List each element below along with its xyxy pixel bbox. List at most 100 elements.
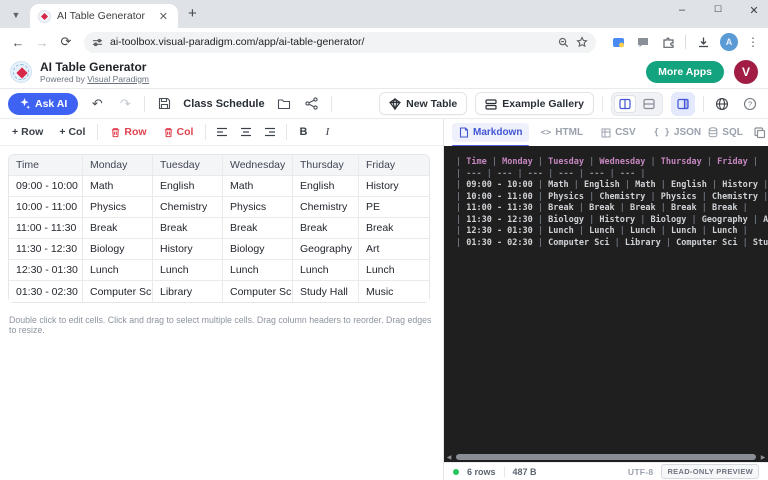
copy-icon[interactable] (754, 127, 766, 139)
table-cell[interactable]: History (153, 239, 223, 260)
reload-icon[interactable]: ⟳ (56, 32, 76, 52)
bookmark-star-icon[interactable] (576, 36, 588, 48)
extensions-puzzle-icon[interactable] (660, 34, 676, 50)
url-omnibox[interactable]: ai-toolbox.visual-paradigm.com/app/ai-ta… (84, 32, 596, 53)
table-cell[interactable]: 11:30 - 12:30 (9, 239, 83, 260)
table-cell[interactable]: Computer Sci (223, 281, 293, 302)
preview-tab-markdown[interactable]: Markdown (452, 123, 529, 142)
table-cell[interactable]: English (153, 176, 223, 197)
table-cell[interactable]: Break (223, 218, 293, 239)
table-cell[interactable]: English (293, 176, 359, 197)
table-cell[interactable]: 10:00 - 11:00 (9, 197, 83, 218)
drive-extension-icon[interactable] (610, 34, 626, 50)
table-cell[interactable]: 09:00 - 10:00 (9, 176, 83, 197)
table-cell[interactable]: Physics (223, 197, 293, 218)
table-cell[interactable]: Biology (223, 239, 293, 260)
forward-icon[interactable]: → (32, 32, 52, 52)
toggle-preview-panel-icon[interactable] (671, 92, 695, 116)
table-cell[interactable]: Math (223, 176, 293, 197)
table-cell[interactable]: Lunch (359, 260, 429, 281)
table-cell[interactable]: 12:30 - 01:30 (9, 260, 83, 281)
browser-profile-avatar[interactable]: A (720, 33, 738, 51)
table-cell[interactable]: 11:00 - 11:30 (9, 218, 83, 239)
back-icon[interactable]: ← (8, 32, 28, 52)
site-settings-icon[interactable] (92, 37, 103, 48)
table-cell[interactable]: Chemistry (293, 197, 359, 218)
table-cell[interactable]: Lunch (83, 260, 153, 281)
preview-tab-sql[interactable]: SQL (701, 123, 750, 142)
column-header[interactable]: Monday (83, 155, 153, 176)
table-cell[interactable]: Lunch (223, 260, 293, 281)
open-folder-icon[interactable] (275, 95, 293, 113)
align-center-icon[interactable] (238, 124, 254, 140)
scroll-right-icon[interactable]: ▶ (758, 454, 768, 461)
column-header[interactable]: Thursday (293, 155, 359, 176)
delete-col-button[interactable]: Col (159, 124, 198, 140)
redo-icon[interactable]: ↷ (116, 95, 134, 113)
split-vertical-icon[interactable] (614, 95, 636, 113)
tab-close-icon[interactable]: ✕ (157, 10, 170, 23)
chat-extension-icon[interactable] (635, 34, 651, 50)
table-cell[interactable]: Lunch (153, 260, 223, 281)
add-row-button[interactable]: + Row (8, 124, 47, 140)
column-header[interactable]: Wednesday (223, 155, 293, 176)
table-cell[interactable]: History (359, 176, 429, 197)
bold-button[interactable]: B (295, 126, 311, 138)
table-cell[interactable]: Break (293, 218, 359, 239)
browser-menu-icon[interactable]: ⋮ (747, 35, 759, 49)
table-cell[interactable]: Study Hall (293, 281, 359, 302)
browser-tab[interactable]: AI Table Generator ✕ (30, 4, 178, 28)
new-tab-button[interactable]: + (188, 5, 197, 22)
column-header[interactable]: Tuesday (153, 155, 223, 176)
italic-button[interactable]: I (319, 126, 335, 138)
help-icon[interactable]: ? (740, 94, 760, 114)
url-text[interactable]: ai-toolbox.visual-paradigm.com/app/ai-ta… (110, 36, 551, 48)
new-table-button[interactable]: New Table (379, 92, 467, 115)
table-cell[interactable]: 01:30 - 02:30 (9, 281, 83, 302)
scroll-left-icon[interactable]: ◀ (444, 454, 454, 461)
close-window-button[interactable]: ✕ (748, 4, 760, 17)
document-name[interactable]: Class Schedule (183, 98, 264, 110)
table-cell[interactable]: Break (83, 218, 153, 239)
align-left-icon[interactable] (214, 124, 230, 140)
code-area[interactable]: | Time | Monday | Tuesday | Wednesday | … (444, 146, 768, 462)
add-col-button[interactable]: + Col (55, 124, 89, 140)
user-avatar[interactable]: V (734, 60, 758, 84)
language-globe-icon[interactable] (712, 94, 732, 114)
table-cell[interactable]: Lunch (293, 260, 359, 281)
visual-paradigm-link[interactable]: Visual Paradigm (87, 74, 149, 84)
table-cell[interactable]: Physics (83, 197, 153, 218)
table-cell[interactable]: Biology (83, 239, 153, 260)
save-icon[interactable] (155, 95, 173, 113)
table-cell[interactable]: Break (153, 218, 223, 239)
table-cell[interactable]: Art (359, 239, 429, 260)
table-cell[interactable]: Music (359, 281, 429, 302)
split-horizontal-icon[interactable] (638, 95, 660, 113)
column-header[interactable]: Time (9, 155, 83, 176)
table-cell[interactable]: Math (83, 176, 153, 197)
ask-ai-button[interactable]: Ask AI (8, 93, 78, 115)
minimize-button[interactable]: – (676, 4, 688, 17)
tab-search-chevron-icon[interactable]: ▼ (8, 7, 24, 23)
maximize-button[interactable]: ☐ (712, 4, 724, 17)
align-right-icon[interactable] (262, 124, 278, 140)
undo-icon[interactable]: ↶ (88, 95, 106, 113)
table-cell[interactable]: Break (359, 218, 429, 239)
example-gallery-button[interactable]: Example Gallery (475, 92, 594, 115)
table-cell[interactable]: Library (153, 281, 223, 302)
delete-row-button[interactable]: Row (106, 124, 150, 140)
table-cell[interactable]: PE (359, 197, 429, 218)
preview-tab-csv[interactable]: CSV (594, 123, 643, 142)
table-cell[interactable]: Geography (293, 239, 359, 260)
share-icon[interactable] (303, 95, 321, 113)
column-header[interactable]: Friday (359, 155, 429, 176)
downloads-icon[interactable] (695, 34, 711, 50)
preview-tab-html[interactable]: <>HTML (533, 123, 590, 142)
preview-tab-json[interactable]: { }JSON (647, 123, 698, 142)
table-cell[interactable]: Chemistry (153, 197, 223, 218)
zoom-icon[interactable] (558, 37, 569, 48)
scrollbar-thumb[interactable] (456, 454, 756, 460)
table-cell[interactable]: Computer Sci (83, 281, 153, 302)
horizontal-scrollbar[interactable]: ◀ ▶ (444, 452, 768, 462)
more-apps-button[interactable]: More Apps (646, 61, 724, 83)
